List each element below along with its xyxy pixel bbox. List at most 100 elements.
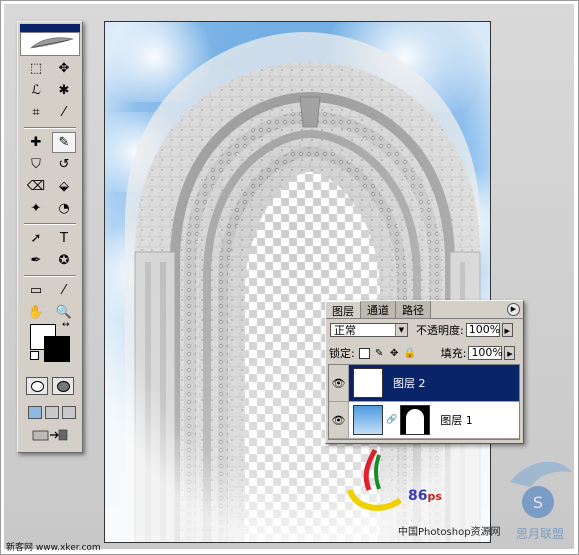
toolbox-separator <box>24 127 76 129</box>
dodge-icon: ◔ <box>58 201 70 216</box>
tool-row: ✒ ✪ <box>24 250 76 272</box>
paint-bucket-tool[interactable]: ⬙ <box>52 176 76 197</box>
brush-tool[interactable]: ✎ <box>52 132 76 153</box>
fill-field[interactable]: 100% <box>468 346 503 360</box>
source-watermark: 新客网 www.xker.com <box>6 543 101 553</box>
magic-wand-icon: ✱ <box>58 83 70 98</box>
layer-name: 图层 2 <box>393 377 426 390</box>
86ps-logo <box>347 448 402 511</box>
blend-mode-select[interactable]: 正常 ▼ <box>330 323 408 337</box>
toolbox: ⬚ ✥ ℒ ✱ ⌗ ⁄ ✚ ✎ ⛉ ↺ ⌫ ⬙ ✦ ◔ ➚ T ✒ ✪ ▭ ⁄ ✋ 🔍 ↔ <box>17 21 83 453</box>
full-screen-mode-button[interactable] <box>62 406 76 419</box>
tab-channels[interactable]: 通道 <box>361 301 396 318</box>
toolbox-separator <box>24 275 76 277</box>
opacity-label: 不透明度: <box>416 324 464 337</box>
jump-to-imageready-button[interactable] <box>32 428 68 442</box>
layer-row-layer-2[interactable]: 👁 图层 2 <box>329 365 519 402</box>
history-brush-icon: ↺ <box>58 157 70 172</box>
palette-tabs: 图层 通道 路径 ▶ <box>326 301 523 319</box>
screen-mode-buttons <box>28 406 76 419</box>
lock-label: 锁定: <box>329 347 355 360</box>
standard-mode-button[interactable] <box>26 377 48 395</box>
standard-mode-icon <box>30 380 44 392</box>
layers-palette: 图层 通道 路径 ▶ 正常 ▼ 不透明度: 100% ▶ 锁定: ✎ ✥ 🔒 填… <box>325 300 524 444</box>
move-icon: ✥ <box>58 61 70 76</box>
magic-wand-tool[interactable]: ✱ <box>52 80 76 101</box>
mask-mode-buttons <box>26 377 74 395</box>
brush-icon: ✎ <box>58 135 70 150</box>
lasso-tool[interactable]: ℒ <box>24 80 48 101</box>
history-brush-tool[interactable]: ↺ <box>52 154 76 175</box>
crop-tool[interactable]: ⌗ <box>24 102 48 123</box>
quick-mask-button[interactable] <box>52 377 74 395</box>
tool-grid: ⬚ ✥ ℒ ✱ ⌗ ⁄ ✚ ✎ ⛉ ↺ ⌫ ⬙ ✦ ◔ ➚ T ✒ ✪ ▭ ⁄ ✋ 🔍 <box>24 58 76 324</box>
marquee-tool[interactable]: ⬚ <box>24 58 48 79</box>
lock-all-icon[interactable]: 🔒 <box>404 348 416 359</box>
notes-tool[interactable]: ▭ <box>24 280 48 301</box>
clone-stamp-tool[interactable]: ⛉ <box>24 154 48 175</box>
site-watermark: 中国Photoshop资源网 <box>398 527 501 538</box>
logo-text: 86ps <box>408 488 442 504</box>
document-canvas[interactable] <box>104 21 491 543</box>
layer-name: 图层 1 <box>440 414 473 427</box>
background-color-swatch[interactable] <box>44 336 70 362</box>
opacity-arrow-button[interactable]: ▶ <box>501 323 513 337</box>
lock-position-icon[interactable]: ✥ <box>389 348 400 359</box>
svg-text:思月联盟: 思月联盟 <box>516 527 564 541</box>
lock-transparent-pixels-checkbox[interactable] <box>358 347 370 359</box>
blur-tool[interactable]: ✦ <box>24 198 48 219</box>
lock-fill-row: 锁定: ✎ ✥ 🔒 填充: 100% ▶ <box>328 345 519 361</box>
tool-row: ⛉ ↺ <box>24 154 76 176</box>
slice-tool[interactable]: ⁄ <box>52 102 76 123</box>
layer-row-layer-1[interactable]: 👁 🔗 图层 1 <box>329 402 519 439</box>
layer-mask-thumbnail[interactable] <box>400 405 431 435</box>
badge-watermark: S 思月联盟 <box>510 461 572 541</box>
color-swatches: ↔ <box>30 320 74 364</box>
eye-icon[interactable]: 👁 <box>329 365 349 401</box>
eraser-tool[interactable]: ⌫ <box>24 176 48 197</box>
lock-image-pixels-icon[interactable]: ✎ <box>374 348 385 359</box>
tab-layers[interactable]: 图层 <box>326 301 361 318</box>
full-screen-menu-mode-button[interactable] <box>45 406 59 419</box>
custom-shape-tool[interactable]: ✪ <box>52 250 76 271</box>
pen-tool[interactable]: ✒ <box>24 250 48 271</box>
tool-row: ✚ ✎ <box>24 132 76 154</box>
opacity-field[interactable]: 100% <box>465 323 500 337</box>
blend-mode-value: 正常 <box>334 324 356 337</box>
layer-thumbnail <box>353 368 383 398</box>
eye-icon[interactable]: 👁 <box>329 402 349 438</box>
tool-row: ℒ ✱ <box>24 80 76 102</box>
path-selection-icon: ➚ <box>30 231 42 246</box>
tool-row: ⌗ ⁄ <box>24 102 76 124</box>
feather-icon <box>30 37 74 49</box>
hand-icon: ✋ <box>27 305 45 320</box>
eyedropper-tool[interactable]: ⁄ <box>52 280 76 301</box>
fill-arrow-button[interactable]: ▶ <box>504 346 516 360</box>
fill-label: 填充: <box>440 347 467 360</box>
link-icon[interactable]: 🔗 <box>386 415 397 425</box>
stone-arch-image <box>105 22 490 542</box>
healing-brush-tool[interactable]: ✚ <box>24 132 48 153</box>
palette-menu-button[interactable]: ▶ <box>507 303 520 316</box>
dodge-tool[interactable]: ◔ <box>52 198 76 219</box>
healing-brush-icon: ✚ <box>30 135 42 150</box>
marquee-icon: ⬚ <box>29 61 43 76</box>
toolbox-title-bar[interactable] <box>20 24 80 32</box>
photoshop-feather-logo[interactable] <box>20 32 80 56</box>
tool-row: ✦ ◔ <box>24 198 76 220</box>
type-tool[interactable]: T <box>52 228 76 249</box>
pen-icon: ✒ <box>30 253 42 268</box>
layer-list: 👁 图层 2 👁 🔗 图层 1 <box>328 364 520 440</box>
default-colors-icon[interactable] <box>30 351 39 360</box>
move-tool[interactable]: ✥ <box>52 58 76 79</box>
tab-paths[interactable]: 路径 <box>396 301 431 318</box>
blur-icon: ✦ <box>30 201 42 216</box>
tool-row: ⌫ ⬙ <box>24 176 76 198</box>
tool-row: ➚ T <box>24 228 76 250</box>
slice-icon: ⁄ <box>62 105 66 120</box>
type-icon: T <box>60 231 68 246</box>
swap-colors-icon[interactable]: ↔ <box>62 320 70 330</box>
path-selection-tool[interactable]: ➚ <box>24 228 48 249</box>
tool-row: ▭ ⁄ <box>24 280 76 302</box>
standard-screen-mode-button[interactable] <box>28 406 42 419</box>
